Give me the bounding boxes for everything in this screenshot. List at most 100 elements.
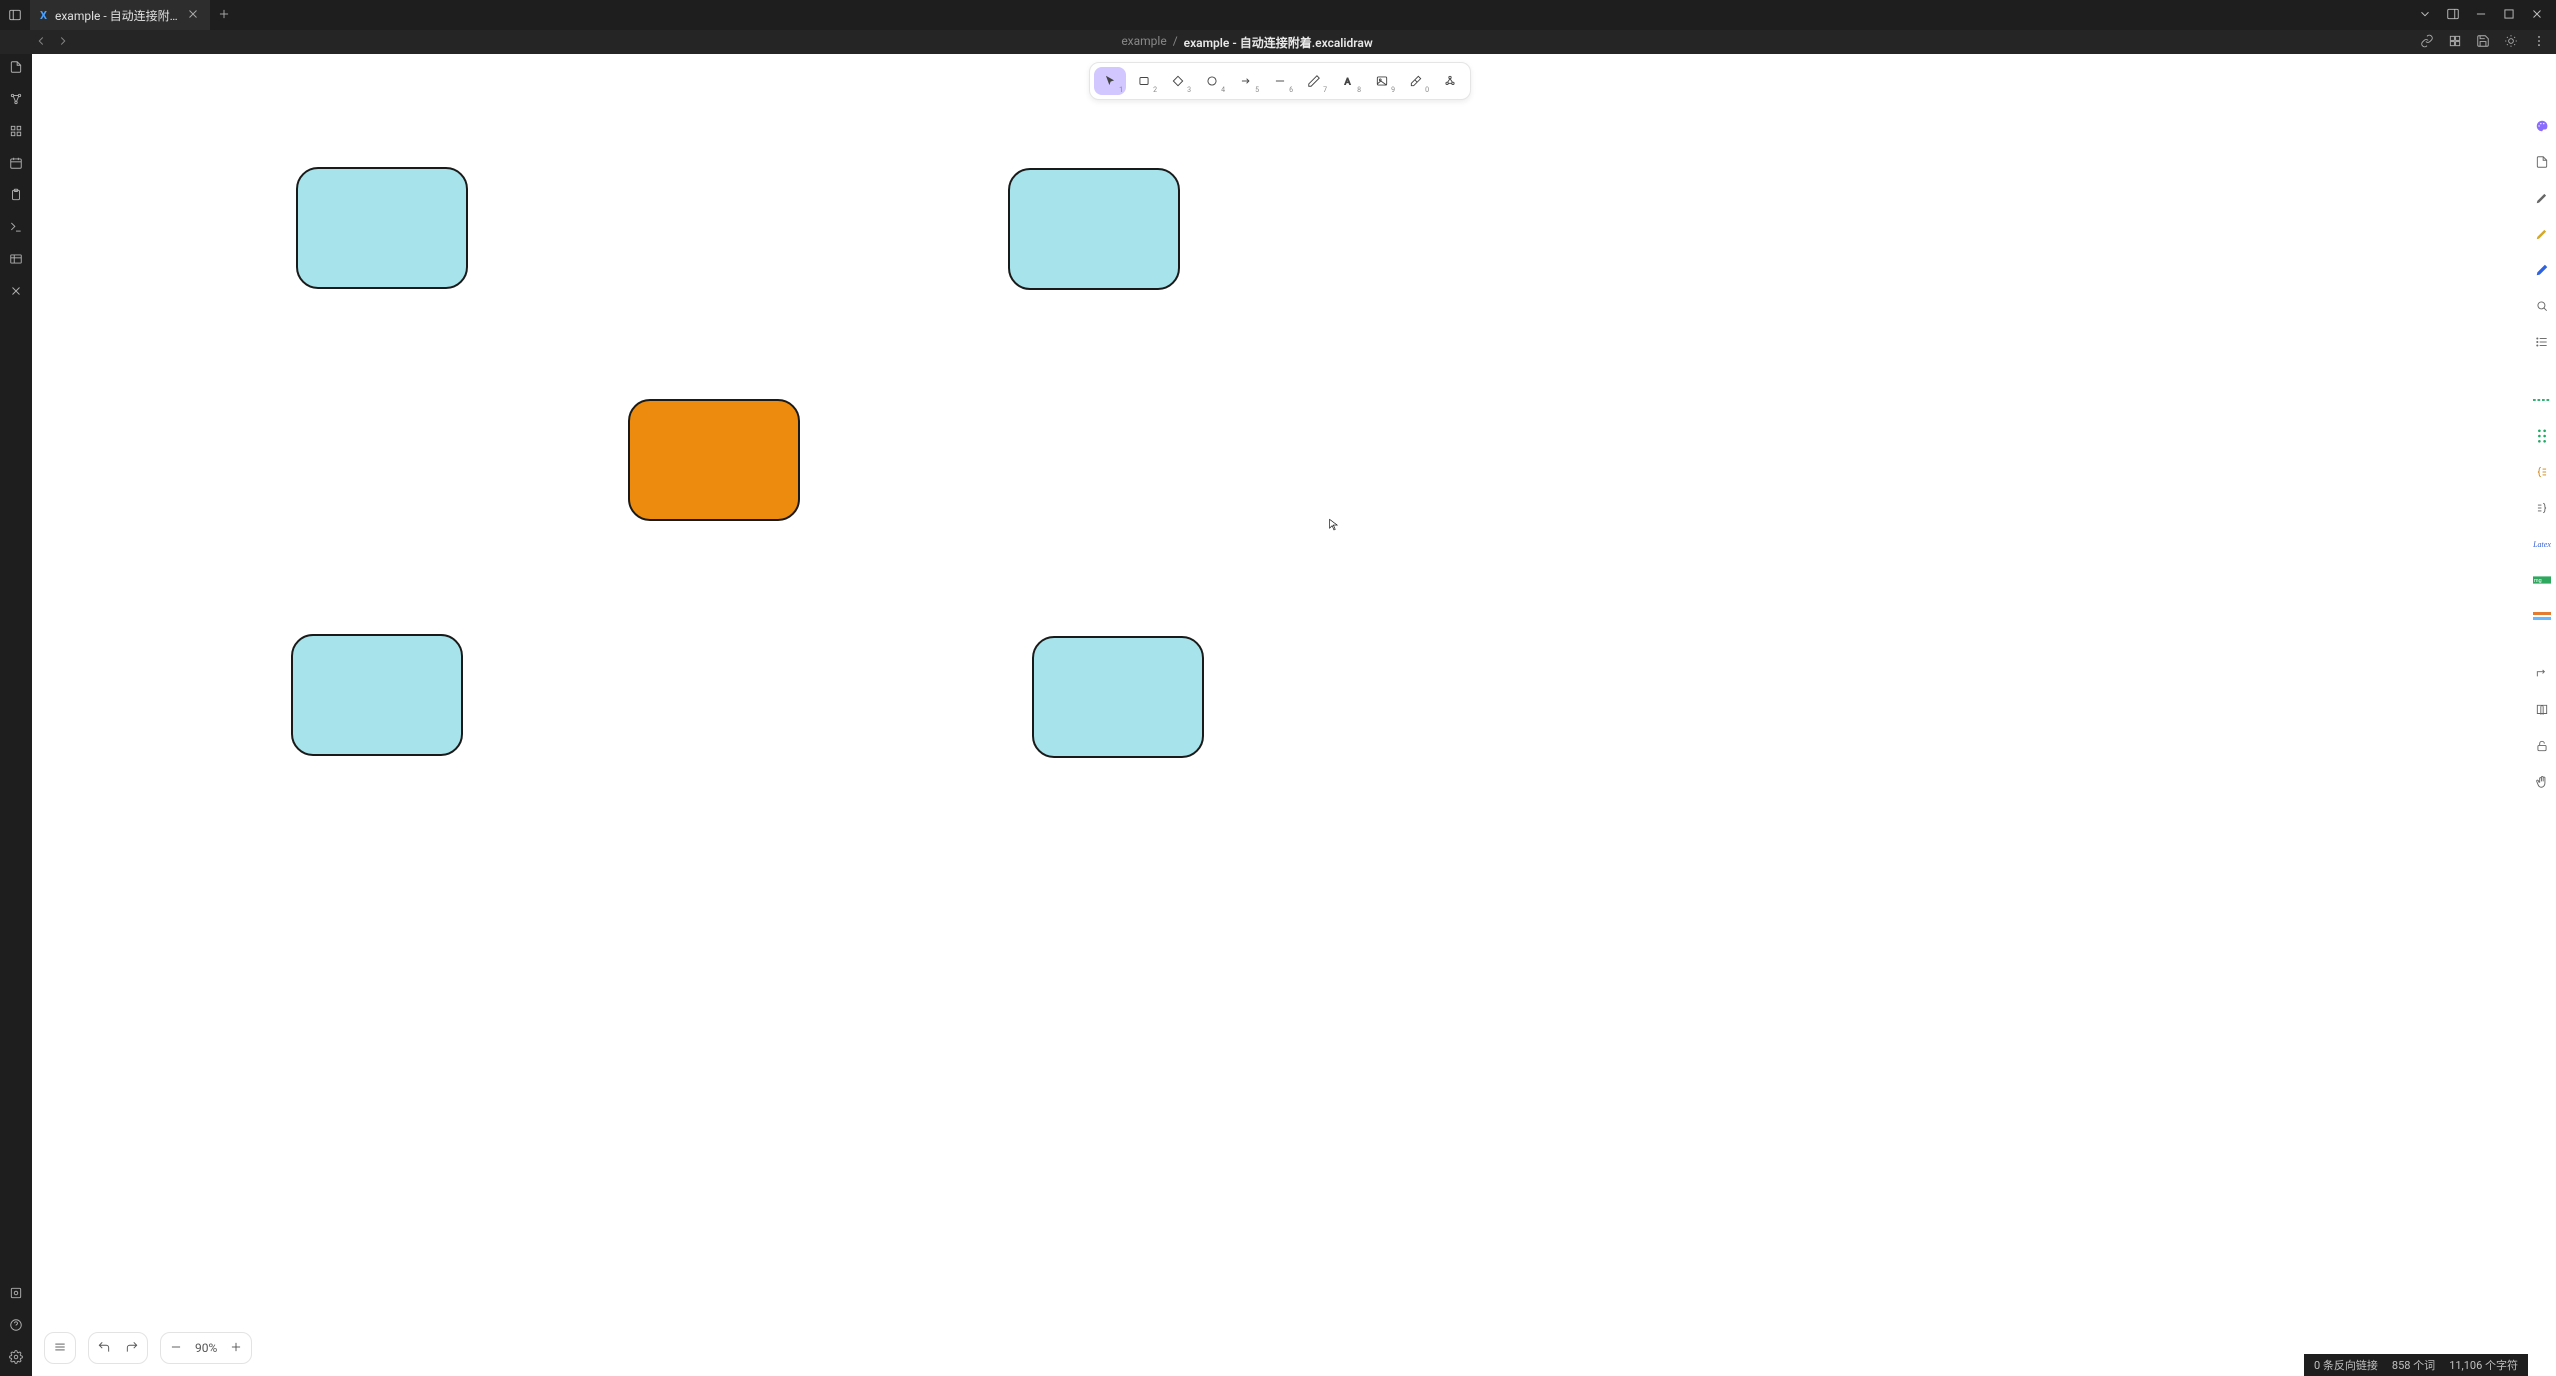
hand-tool-icon[interactable] — [2532, 772, 2552, 792]
canvas-shape-blue[interactable] — [291, 634, 463, 756]
latex-button[interactable]: Latex — [2532, 534, 2552, 554]
tool-shortcut: 4 — [1221, 86, 1225, 94]
editor-tab[interactable]: X example - 自动连接附… — [30, 0, 210, 30]
terminal-icon[interactable] — [9, 220, 23, 238]
tool-shortcut: 7 — [1323, 86, 1327, 94]
excalidraw-file-icon: X — [40, 9, 47, 22]
hamburger-menu[interactable] — [44, 1332, 76, 1364]
vault-icon[interactable] — [9, 1286, 23, 1304]
grid-icon[interactable] — [9, 124, 23, 142]
tool-diamond[interactable]: 3 — [1162, 67, 1194, 95]
undo-redo-group — [88, 1332, 148, 1364]
save-icon[interactable] — [2476, 34, 2490, 51]
tool-shortcut: 9 — [1391, 86, 1395, 94]
help-icon[interactable] — [9, 1318, 23, 1336]
panel-right-icon[interactable] — [2446, 7, 2460, 24]
bracket-left-icon[interactable] — [2532, 462, 2552, 482]
zoom-in-button[interactable] — [227, 1340, 245, 1357]
more-vertical-icon[interactable] — [2532, 34, 2546, 51]
tool-line[interactable]: 6 — [1264, 67, 1296, 95]
snap-icon[interactable] — [2532, 390, 2552, 410]
elbow-arrow-icon[interactable] — [2532, 664, 2552, 684]
tab-close-icon[interactable] — [186, 7, 200, 24]
activitybar — [0, 54, 32, 1376]
tool-shortcut: 6 — [1289, 86, 1293, 94]
tool-shortcut: 3 — [1187, 86, 1191, 94]
search-zoom-icon[interactable] — [2532, 296, 2552, 316]
tool-shortcut: 0 — [1425, 86, 1429, 94]
pathbar: example / example - 自动连接附着.excalidraw — [0, 30, 2556, 54]
tool-shortcut: 2 — [1153, 86, 1157, 94]
calendar-icon[interactable] — [9, 156, 23, 174]
link-icon[interactable] — [2420, 34, 2434, 51]
breadcrumb-separator: / — [1173, 34, 1178, 51]
list-icon[interactable] — [2532, 332, 2552, 352]
tool-text[interactable]: A 8 — [1332, 67, 1364, 95]
canvas-icon[interactable] — [9, 92, 23, 110]
svg-text:mg: mg — [2534, 578, 2542, 584]
close-window-icon[interactable] — [2530, 7, 2544, 24]
canvas-shape-orange[interactable] — [628, 399, 800, 521]
zoom-group: 90% — [160, 1332, 252, 1364]
status-bar: 0 条反向链接 858 个词 11,106 个字符 — [2304, 1354, 2528, 1376]
chevron-down-icon[interactable] — [2418, 7, 2432, 24]
mermaid-icon[interactable]: mg — [2532, 570, 2552, 590]
canvas-shape-blue[interactable] — [296, 167, 468, 289]
canvas[interactable]: 1 2 3 4 5 6 7 — [32, 54, 2528, 1376]
breadcrumb-file[interactable]: example - 自动连接附着.excalidraw — [1184, 34, 1373, 51]
maximize-icon[interactable] — [2502, 7, 2516, 24]
tool-arrow[interactable]: 5 — [1230, 67, 1262, 95]
right-toolbar: Latex mg — [2528, 54, 2556, 1376]
titlebar: X example - 自动连接附… — [0, 0, 2556, 30]
tool-ellipse[interactable]: 4 — [1196, 67, 1228, 95]
breadcrumb[interactable]: example / example - 自动连接附着.excalidraw — [74, 34, 2420, 51]
tool-shortcut: 8 — [1357, 86, 1361, 94]
highlighter-icon[interactable] — [2532, 224, 2552, 244]
tool-shortcut: 1 — [1119, 86, 1123, 94]
canvas-shape-blue[interactable] — [1008, 168, 1180, 290]
gear-icon[interactable] — [9, 1350, 23, 1368]
pen-thick-icon[interactable] — [2532, 188, 2552, 208]
raw-view-icon[interactable] — [2448, 34, 2462, 51]
tool-more[interactable] — [1434, 67, 1466, 95]
minimize-icon[interactable] — [2474, 7, 2488, 24]
book-icon[interactable] — [2532, 700, 2552, 720]
drawing-toolbar: 1 2 3 4 5 6 7 — [1089, 62, 1471, 100]
redo-button[interactable] — [123, 1340, 141, 1357]
color-bar-icon[interactable] — [2532, 606, 2552, 626]
new-note-icon[interactable] — [9, 60, 23, 78]
tool-image[interactable]: 9 — [1366, 67, 1398, 95]
tab-title: example - 自动连接附… — [55, 7, 178, 24]
script-icon[interactable] — [2532, 152, 2552, 172]
tool-shortcut: 5 — [1255, 86, 1259, 94]
lock-open-icon[interactable] — [2532, 736, 2552, 756]
sun-icon[interactable] — [2504, 34, 2518, 51]
sidebar-toggle-icon[interactable] — [0, 0, 30, 30]
nav-forward-icon[interactable] — [52, 34, 74, 51]
undo-button[interactable] — [95, 1340, 113, 1357]
tool-selection[interactable]: 1 — [1094, 67, 1126, 95]
clipboard-icon[interactable] — [9, 188, 23, 206]
menu-icon — [51, 1340, 69, 1357]
tools-icon[interactable] — [9, 284, 23, 302]
pen-blue-icon[interactable] — [2532, 260, 2552, 280]
tool-eraser[interactable]: 0 — [1400, 67, 1432, 95]
window-controls — [2418, 7, 2556, 24]
status-chars[interactable]: 11,106 个字符 — [2449, 1357, 2518, 1373]
dots-green-icon[interactable] — [2532, 426, 2552, 446]
new-tab-button[interactable] — [210, 7, 238, 24]
status-words[interactable]: 858 个词 — [2392, 1357, 2435, 1373]
table-icon[interactable] — [9, 252, 23, 270]
svg-text:A: A — [1345, 77, 1351, 88]
mouse-cursor-icon — [1329, 518, 1339, 532]
zoom-value[interactable]: 90% — [195, 1341, 217, 1355]
status-backlinks[interactable]: 0 条反向链接 — [2314, 1357, 2378, 1373]
palette-icon[interactable] — [2532, 116, 2552, 136]
nav-back-icon[interactable] — [30, 34, 52, 51]
tool-pencil[interactable]: 7 — [1298, 67, 1330, 95]
tool-rectangle[interactable]: 2 — [1128, 67, 1160, 95]
canvas-shape-blue[interactable] — [1032, 636, 1204, 758]
bracket-right-icon[interactable] — [2532, 498, 2552, 518]
zoom-out-button[interactable] — [167, 1340, 185, 1357]
breadcrumb-folder[interactable]: example — [1121, 34, 1166, 51]
